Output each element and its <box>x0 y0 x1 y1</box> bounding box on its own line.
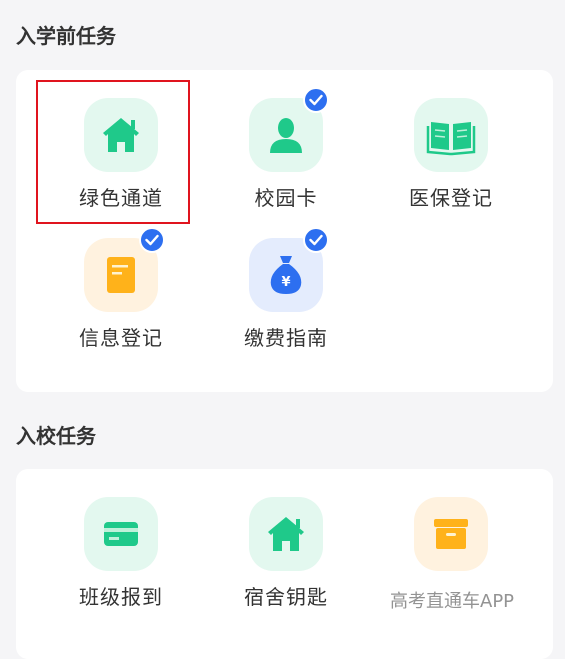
task-medical-insurance[interactable]: 医保登记 <box>376 98 526 218</box>
section-title-on-campus: 入校任务 <box>16 424 96 448</box>
task-label: 宿舍钥匙 <box>244 585 328 609</box>
task-payment-guide[interactable]: ¥ 缴费指南 <box>211 238 361 358</box>
highlight-box <box>36 80 190 224</box>
section-title-pre-enrollment: 入学前任务 <box>16 24 116 48</box>
check-badge-icon <box>139 227 165 253</box>
task-class-check-in[interactable]: 班级报到 <box>46 497 196 617</box>
svg-text:¥: ¥ <box>281 275 290 290</box>
watermark-text: 高考直通车APP <box>390 591 515 612</box>
task-label: 班级报到 <box>79 585 163 609</box>
book-icon <box>414 98 488 172</box>
task-label: 信息登记 <box>79 326 163 350</box>
task-info-registration[interactable]: 信息登记 <box>46 238 196 358</box>
check-badge-icon <box>303 87 329 113</box>
task-label: 医保登记 <box>409 186 493 210</box>
task-campus-card[interactable]: 校园卡 <box>211 98 361 218</box>
archive-box-icon <box>414 497 488 571</box>
check-badge-icon <box>303 227 329 253</box>
task-label: 缴费指南 <box>244 326 328 350</box>
task-label: 校园卡 <box>254 186 318 210</box>
house-icon <box>249 497 323 571</box>
task-dorm-key[interactable]: 宿舍钥匙 <box>211 497 361 617</box>
on-campus-card: 班级报到 宿舍钥匙 <box>16 469 553 659</box>
card-icon <box>84 497 158 571</box>
